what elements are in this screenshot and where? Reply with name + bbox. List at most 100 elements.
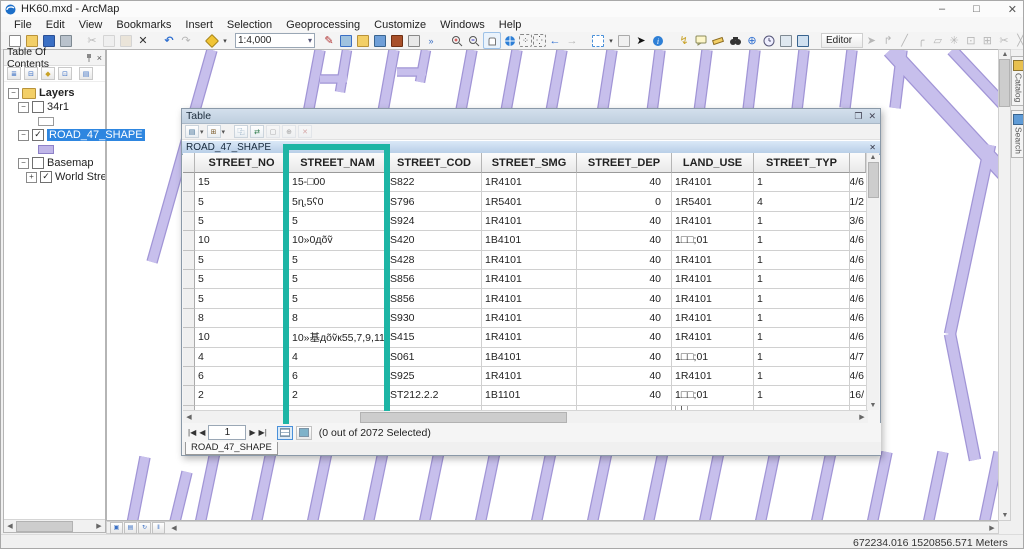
table-cell[interactable]: 16/ — [850, 386, 866, 406]
clear-selection-icon[interactable]: ▢ — [266, 125, 281, 138]
zoom-out-icon[interactable] — [466, 33, 482, 48]
toc-close-icon[interactable]: × — [97, 53, 102, 63]
hyperlink-icon[interactable]: ↯ — [676, 33, 692, 48]
table-cell[interactable]: 1 — [754, 250, 850, 270]
scroll-right-icon[interactable]: ▶ — [986, 524, 998, 532]
chevron-down-icon[interactable]: ▾ — [222, 128, 226, 136]
add-data-icon[interactable] — [204, 33, 220, 48]
list-by-drawing-order-icon[interactable]: ≣ — [7, 67, 21, 80]
table-cell[interactable]: 6 — [289, 366, 387, 387]
next-record-button[interactable]: ▶ — [249, 428, 255, 437]
delete-selected-icon[interactable]: ✕ — [298, 125, 313, 138]
row-selector[interactable] — [183, 211, 195, 232]
menu-insert[interactable]: Insert — [178, 18, 220, 32]
table-cell[interactable]: 1R4101 — [672, 173, 754, 193]
table-cell[interactable]: S822 — [387, 173, 482, 193]
table-cell[interactable]: 40 — [577, 289, 672, 309]
table-cell[interactable]: 1R4101 — [672, 366, 754, 387]
menu-help[interactable]: Help — [492, 18, 529, 32]
table-cell[interactable]: S428 — [387, 250, 482, 270]
row-selector[interactable] — [183, 386, 195, 406]
select-by-attributes-icon[interactable]: ⿻ — [234, 125, 249, 138]
column-header-street_typ[interactable]: STREET_TYP — [754, 153, 850, 173]
table-cell[interactable]: 10»0дõṽ — [289, 231, 387, 251]
table-cell[interactable]: 40 — [577, 328, 672, 348]
full-extent-globe-icon[interactable] — [502, 33, 518, 48]
select-features-icon[interactable] — [590, 33, 606, 48]
table-cell[interactable]: 1R5401 — [672, 192, 754, 212]
go-to-xy-icon[interactable]: ⊕ — [744, 33, 760, 48]
pin-icon[interactable] — [85, 53, 93, 62]
column-header-street_dep[interactable]: STREET_DEP — [577, 153, 672, 173]
table-cell[interactable]: 5 — [289, 269, 387, 290]
search-tab[interactable]: Search — [1011, 110, 1023, 159]
table-cell[interactable]: 5 — [195, 269, 289, 290]
restore-button[interactable]: □ — [973, 3, 980, 15]
scroll-left-icon[interactable]: ◀ — [168, 524, 180, 532]
endpoint-arc-icon[interactable]: ╭ — [913, 33, 929, 48]
table-cell[interactable]: 1R5401 — [482, 192, 577, 212]
column-header-partial[interactable] — [850, 153, 866, 173]
scroll-down-icon[interactable]: ▼ — [867, 402, 879, 409]
table-cell[interactable]: 1 — [754, 289, 850, 309]
undo-icon[interactable]: ↶ — [161, 33, 177, 48]
table-cell[interactable]: 8 — [289, 308, 387, 329]
select-dropdown-icon[interactable]: ▾ — [607, 33, 615, 48]
table-cell[interactable]: 2 — [195, 386, 289, 406]
table-cell[interactable]: 1R4101 — [672, 308, 754, 329]
table-cell[interactable]: 1 — [754, 386, 850, 406]
edit-annotation-icon[interactable]: ↱ — [880, 33, 896, 48]
select-elements-pointer-icon[interactable]: ➤ — [633, 33, 649, 48]
table-cell[interactable]: S420 — [387, 231, 482, 251]
cut-icon[interactable]: ✂ — [84, 33, 100, 48]
table-cell[interactable]: 1 — [754, 308, 850, 329]
table-cell[interactable]: 1R4101 — [482, 269, 577, 290]
table-window-titlebar[interactable]: Table ❐ ✕ — [182, 109, 880, 124]
model-builder-icon[interactable] — [406, 33, 422, 48]
column-header-land_use[interactable]: LAND_USE — [672, 153, 754, 173]
table-options-icon[interactable]: ▤ — [185, 125, 199, 138]
edit-sketch-icon[interactable]: ✎ — [321, 33, 337, 48]
row-selector[interactable] — [183, 289, 195, 309]
toc-options-icon[interactable]: ▤ — [79, 67, 93, 80]
row-selector[interactable] — [183, 269, 195, 290]
table-vscroll-thumb[interactable] — [867, 162, 879, 198]
table-cell[interactable]: 4/6 — [850, 289, 866, 309]
close-button[interactable]: ✕ — [1008, 3, 1017, 16]
table-cell[interactable]: 40 — [577, 386, 672, 406]
menu-selection[interactable]: Selection — [220, 18, 279, 32]
time-slider-icon[interactable] — [761, 33, 777, 48]
row-selector[interactable] — [183, 347, 195, 367]
table-cell[interactable]: 40 — [577, 269, 672, 290]
layer-header-close-icon[interactable]: ✕ — [869, 143, 876, 152]
row-selector[interactable] — [183, 308, 195, 329]
menu-bookmarks[interactable]: Bookmarks — [109, 18, 178, 32]
table-sheet-tab[interactable]: ROAD_47_SHAPE — [185, 442, 278, 455]
table-cell[interactable]: 40 — [577, 211, 672, 232]
list-by-selection-icon[interactable]: ⊡ — [58, 67, 72, 80]
collapse-icon[interactable]: − — [18, 129, 29, 141]
refresh-view-button[interactable]: ↻ — [138, 521, 151, 534]
column-header-street_cod[interactable]: STREET_COD — [387, 153, 482, 173]
table-cell[interactable]: 40 — [577, 308, 672, 329]
table-cell[interactable]: 1B1101 — [482, 386, 577, 406]
zoom-to-selected-icon[interactable]: ⊕ — [282, 125, 297, 138]
show-selected-records-button[interactable] — [295, 425, 312, 440]
table-cell[interactable]: 40 — [577, 250, 672, 270]
table-cell[interactable]: 4/6 — [850, 366, 866, 387]
table-cell[interactable]: 0 — [577, 192, 672, 212]
table-cell[interactable]: 4/6 — [850, 269, 866, 290]
table-cell[interactable]: S930 — [387, 308, 482, 329]
previous-record-button[interactable]: ◀ — [199, 428, 205, 437]
table-cell[interactable]: 15-□00 — [289, 173, 387, 193]
menu-geoprocessing[interactable]: Geoprocessing — [279, 18, 367, 32]
table-cell[interactable]: 40 — [577, 347, 672, 367]
layer-checkbox-unchecked[interactable] — [32, 157, 44, 169]
table-cell[interactable]: 40 — [577, 173, 672, 193]
toc-hscroll-thumb[interactable] — [16, 520, 73, 532]
table-cell[interactable]: 5 — [289, 289, 387, 309]
open-table-icon[interactable] — [338, 33, 354, 48]
scroll-up-icon[interactable]: ▲ — [867, 154, 879, 161]
point-tool-icon[interactable]: ✳ — [946, 33, 962, 48]
viewer-window-icon[interactable] — [778, 33, 794, 48]
